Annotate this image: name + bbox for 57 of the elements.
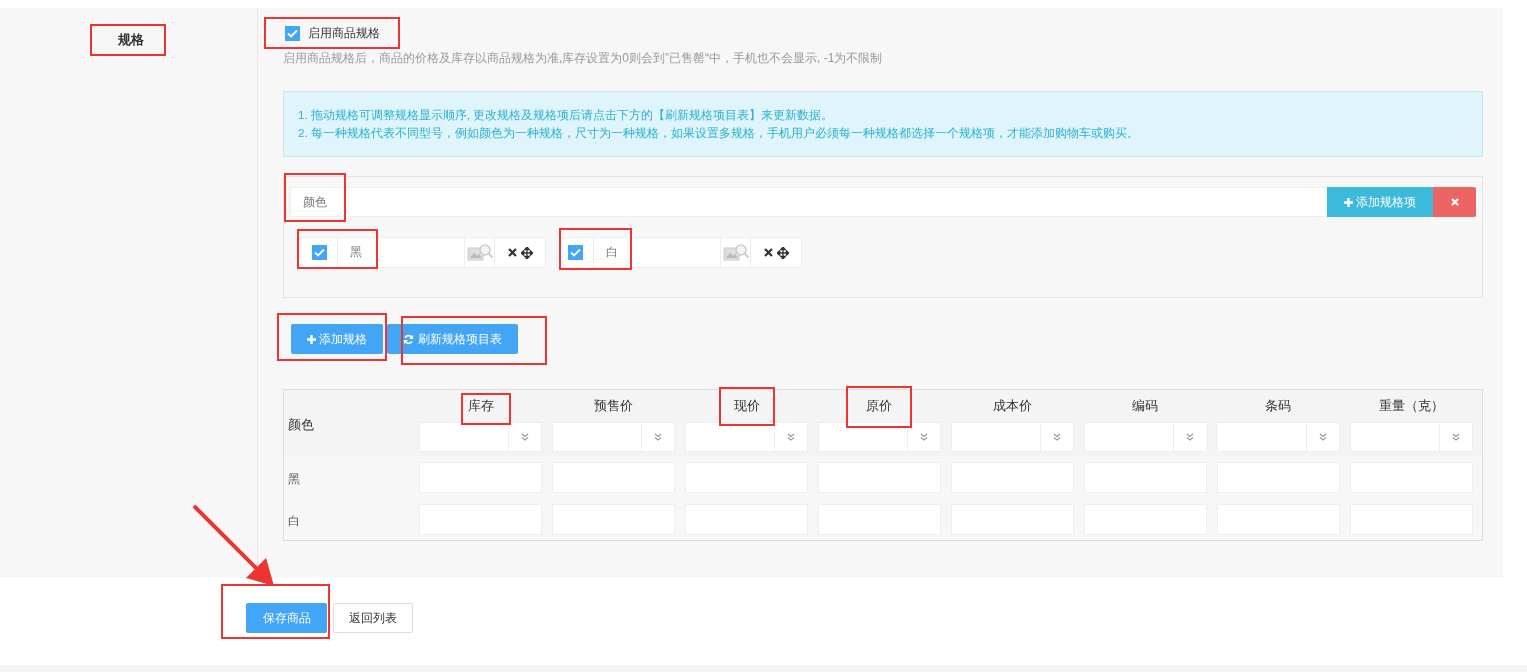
double-chevron-icon (787, 433, 796, 441)
double-chevron-icon (919, 433, 928, 441)
batch-input-field[interactable] (1349, 422, 1473, 452)
save-button[interactable]: 保存商品 (246, 603, 327, 633)
notice-text: 1. 拖动规格可调整规格显示顺序, 更改规格及规格项后请点击下方的【刷新规格项目表】来更新数据。 (298, 108, 835, 123)
highlight-box (461, 393, 511, 425)
column-header: 编码 (1132, 399, 1159, 413)
image-picker-button[interactable] (465, 238, 495, 267)
batch-input-field[interactable] (1216, 422, 1340, 452)
double-chevron-icon (654, 433, 663, 441)
checkbox[interactable] (285, 26, 300, 41)
column-header: 条码 (1265, 399, 1292, 413)
help-text: 启用商品规格后，商品的价格及库存以商品规格为准,库存设置为0则会到”已售罄“中，手机也不会显示, -1为不限制 (283, 50, 884, 67)
checkbox-label: 启用商品规格 (308, 25, 380, 42)
refresh-button[interactable]: 刷新规格项目表 (387, 324, 518, 354)
double-chevron-icon (1185, 433, 1194, 441)
double-chevron-icon (1451, 433, 1460, 441)
checkbox[interactable] (311, 245, 327, 260)
image-picker-button[interactable] (721, 238, 751, 267)
batch-input-field[interactable] (817, 422, 941, 452)
move-icon[interactable] (520, 246, 533, 259)
batch-input-field[interactable] (1083, 422, 1207, 452)
checkbox[interactable] (567, 245, 583, 260)
highlight-box (846, 386, 912, 428)
column-header: 重量（克） (1378, 399, 1444, 413)
column-header: 成本价 (992, 399, 1032, 413)
batch-input-field[interactable] (552, 422, 676, 452)
double-chevron-icon (1052, 433, 1061, 441)
remove-icon[interactable] (507, 248, 517, 257)
column-header: 现价 (733, 399, 760, 413)
column-header: 预售价 (594, 399, 634, 413)
double-chevron-icon (521, 433, 530, 441)
batch-input-field[interactable] (685, 422, 809, 452)
column-header: 颜色 (288, 417, 315, 434)
double-chevron-icon (1318, 433, 1327, 441)
remove-icon[interactable] (763, 248, 773, 257)
highlight-box (719, 387, 775, 426)
back-button[interactable]: 返回列表 (333, 603, 413, 633)
column-header: 原价 (866, 399, 893, 413)
field-label: 规格 (118, 32, 144, 47)
column-header: 库存 (467, 399, 494, 413)
row-label: 黑 (288, 472, 300, 486)
image-search-icon (722, 242, 749, 263)
close-icon (1450, 198, 1459, 206)
spec-name-field[interactable]: 颜色 (290, 187, 1327, 217)
batch-input-field[interactable] (950, 422, 1074, 452)
image-search-icon (466, 242, 493, 263)
batch-input-field[interactable] (419, 422, 543, 452)
move-icon[interactable] (776, 246, 789, 259)
refresh-icon (403, 333, 414, 345)
plus-icon (307, 334, 316, 344)
add-spec-button[interactable]: 添加规格 (291, 324, 383, 354)
delete-button[interactable] (1433, 187, 1476, 217)
highlight-box (284, 173, 346, 222)
notice-text: 2. 每一种规格代表不同型号，例如颜色为一种规格，尺寸为一种规格，如果设置多规格，手机用户必须每一种规格都选择一个规格项，才能添加购物车或购买。 (298, 126, 1140, 141)
plus-icon (1344, 197, 1353, 207)
row-label: 白 (288, 514, 300, 528)
